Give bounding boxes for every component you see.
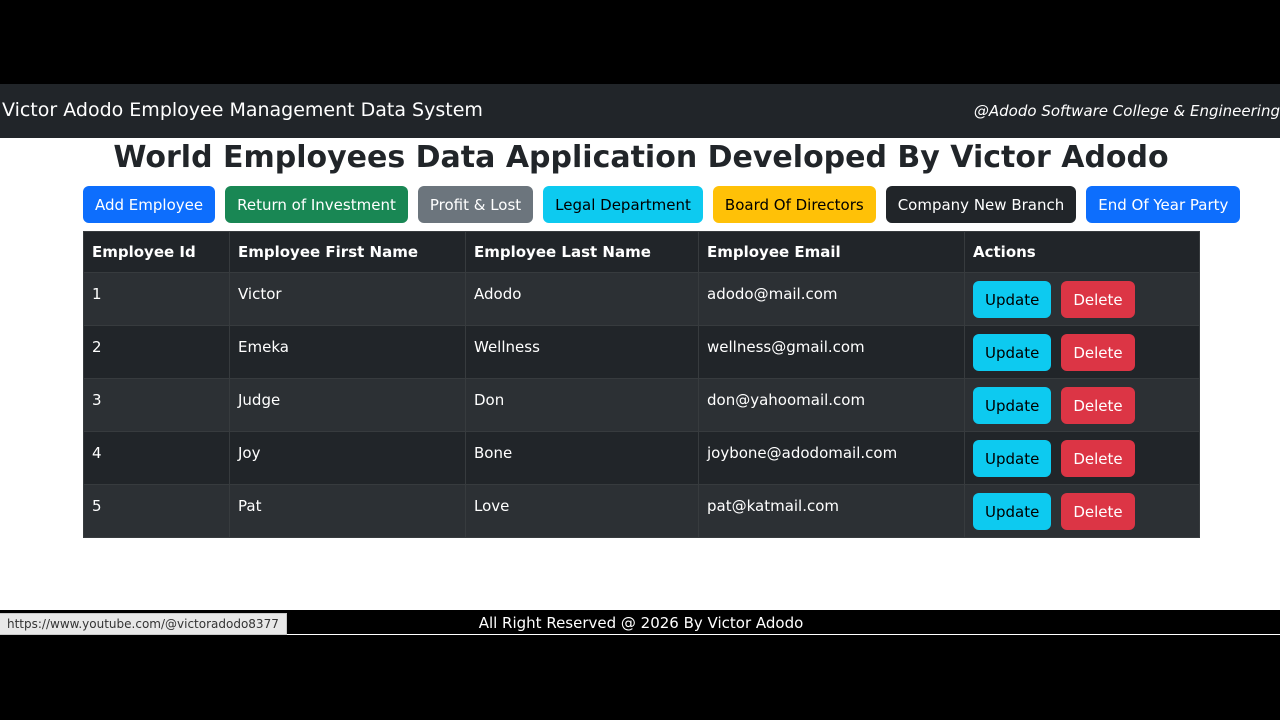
cell-actions: Update Delete (964, 378, 1200, 432)
cell-actions: Update Delete (964, 325, 1200, 379)
employee-table: Employee Id Employee First Name Employee… (83, 231, 1200, 538)
cell-last-name: Don (465, 378, 699, 432)
cell-email: adodo@mail.com (698, 272, 965, 326)
top-navbar: Victor Adodo Employee Management Data Sy… (0, 84, 1280, 138)
cell-first-name: Emeka (229, 325, 466, 379)
delete-button[interactable]: Delete (1061, 334, 1135, 371)
delete-button[interactable]: Delete (1061, 493, 1135, 530)
cell-email: wellness@gmail.com (698, 325, 965, 379)
cell-email: pat@katmail.com (698, 484, 965, 538)
header-actions: Actions (964, 231, 1200, 273)
cell-last-name: Adodo (465, 272, 699, 326)
page-title: World Employees Data Application Develop… (113, 140, 1169, 175)
add-employee-button[interactable]: Add Employee (83, 186, 216, 223)
cell-last-name: Bone (465, 431, 699, 485)
cell-email: joybone@adodomail.com (698, 431, 965, 485)
cell-employee-id: 3 (83, 378, 230, 432)
board-of-directors-button[interactable]: Board Of Directors (712, 186, 876, 223)
cell-first-name: Joy (229, 431, 466, 485)
action-button-row: Add Employee Return of Investment Profit… (83, 186, 1241, 223)
cell-last-name: Wellness (465, 325, 699, 379)
table-row: 1 Victor Adodo adodo@mail.com Update Dele… (83, 272, 1200, 326)
delete-button[interactable]: Delete (1061, 440, 1135, 477)
end-of-year-party-button[interactable]: End Of Year Party (1086, 186, 1241, 223)
table-row: 4 Joy Bone joybone@adodomail.com Update D… (83, 431, 1200, 485)
profit-and-lost-button[interactable]: Profit & Lost (417, 186, 534, 223)
table-row: 5 Pat Love pat@katmail.com Update Delete (83, 484, 1200, 538)
table-header-row: Employee Id Employee First Name Employee… (83, 231, 1200, 273)
header-employee-id: Employee Id (83, 231, 230, 273)
update-button[interactable]: Update (973, 334, 1052, 371)
cell-employee-id: 1 (83, 272, 230, 326)
delete-button[interactable]: Delete (1061, 387, 1135, 424)
cell-employee-id: 4 (83, 431, 230, 485)
navbar-right-text: @Adodo Software College & Engineering (973, 102, 1280, 120)
company-new-branch-button[interactable]: Company New Branch (885, 186, 1077, 223)
update-button[interactable]: Update (973, 387, 1052, 424)
legal-department-button[interactable]: Legal Department (543, 186, 703, 223)
header-first-name: Employee First Name (229, 231, 466, 273)
table-row: 3 Judge Don don@yahoomail.com Update Dele… (83, 378, 1200, 432)
cell-first-name: Victor (229, 272, 466, 326)
update-button[interactable]: Update (973, 440, 1052, 477)
cell-employee-id: 2 (83, 325, 230, 379)
table-row: 2 Emeka Wellness wellness@gmail.com Upda… (83, 325, 1200, 379)
cell-first-name: Judge (229, 378, 466, 432)
cell-last-name: Love (465, 484, 699, 538)
update-button[interactable]: Update (973, 493, 1052, 530)
update-button[interactable]: Update (973, 281, 1052, 318)
cell-employee-id: 5 (83, 484, 230, 538)
browser-viewport: Victor Adodo Employee Management Data Sy… (0, 84, 1280, 635)
header-email: Employee Email (698, 231, 965, 273)
cell-actions: Update Delete (964, 431, 1200, 485)
delete-button[interactable]: Delete (1061, 281, 1135, 318)
navbar-brand[interactable]: Victor Adodo Employee Management Data Sy… (2, 99, 483, 121)
cell-email: don@yahoomail.com (698, 378, 965, 432)
header-last-name: Employee Last Name (465, 231, 699, 273)
cell-actions: Update Delete (964, 484, 1200, 538)
cell-first-name: Pat (229, 484, 466, 538)
status-bar-url: https://www.youtube.com/@victoradodo8377 (0, 613, 287, 635)
return-of-investment-button[interactable]: Return of Investment (225, 186, 408, 223)
cell-actions: Update Delete (964, 272, 1200, 326)
